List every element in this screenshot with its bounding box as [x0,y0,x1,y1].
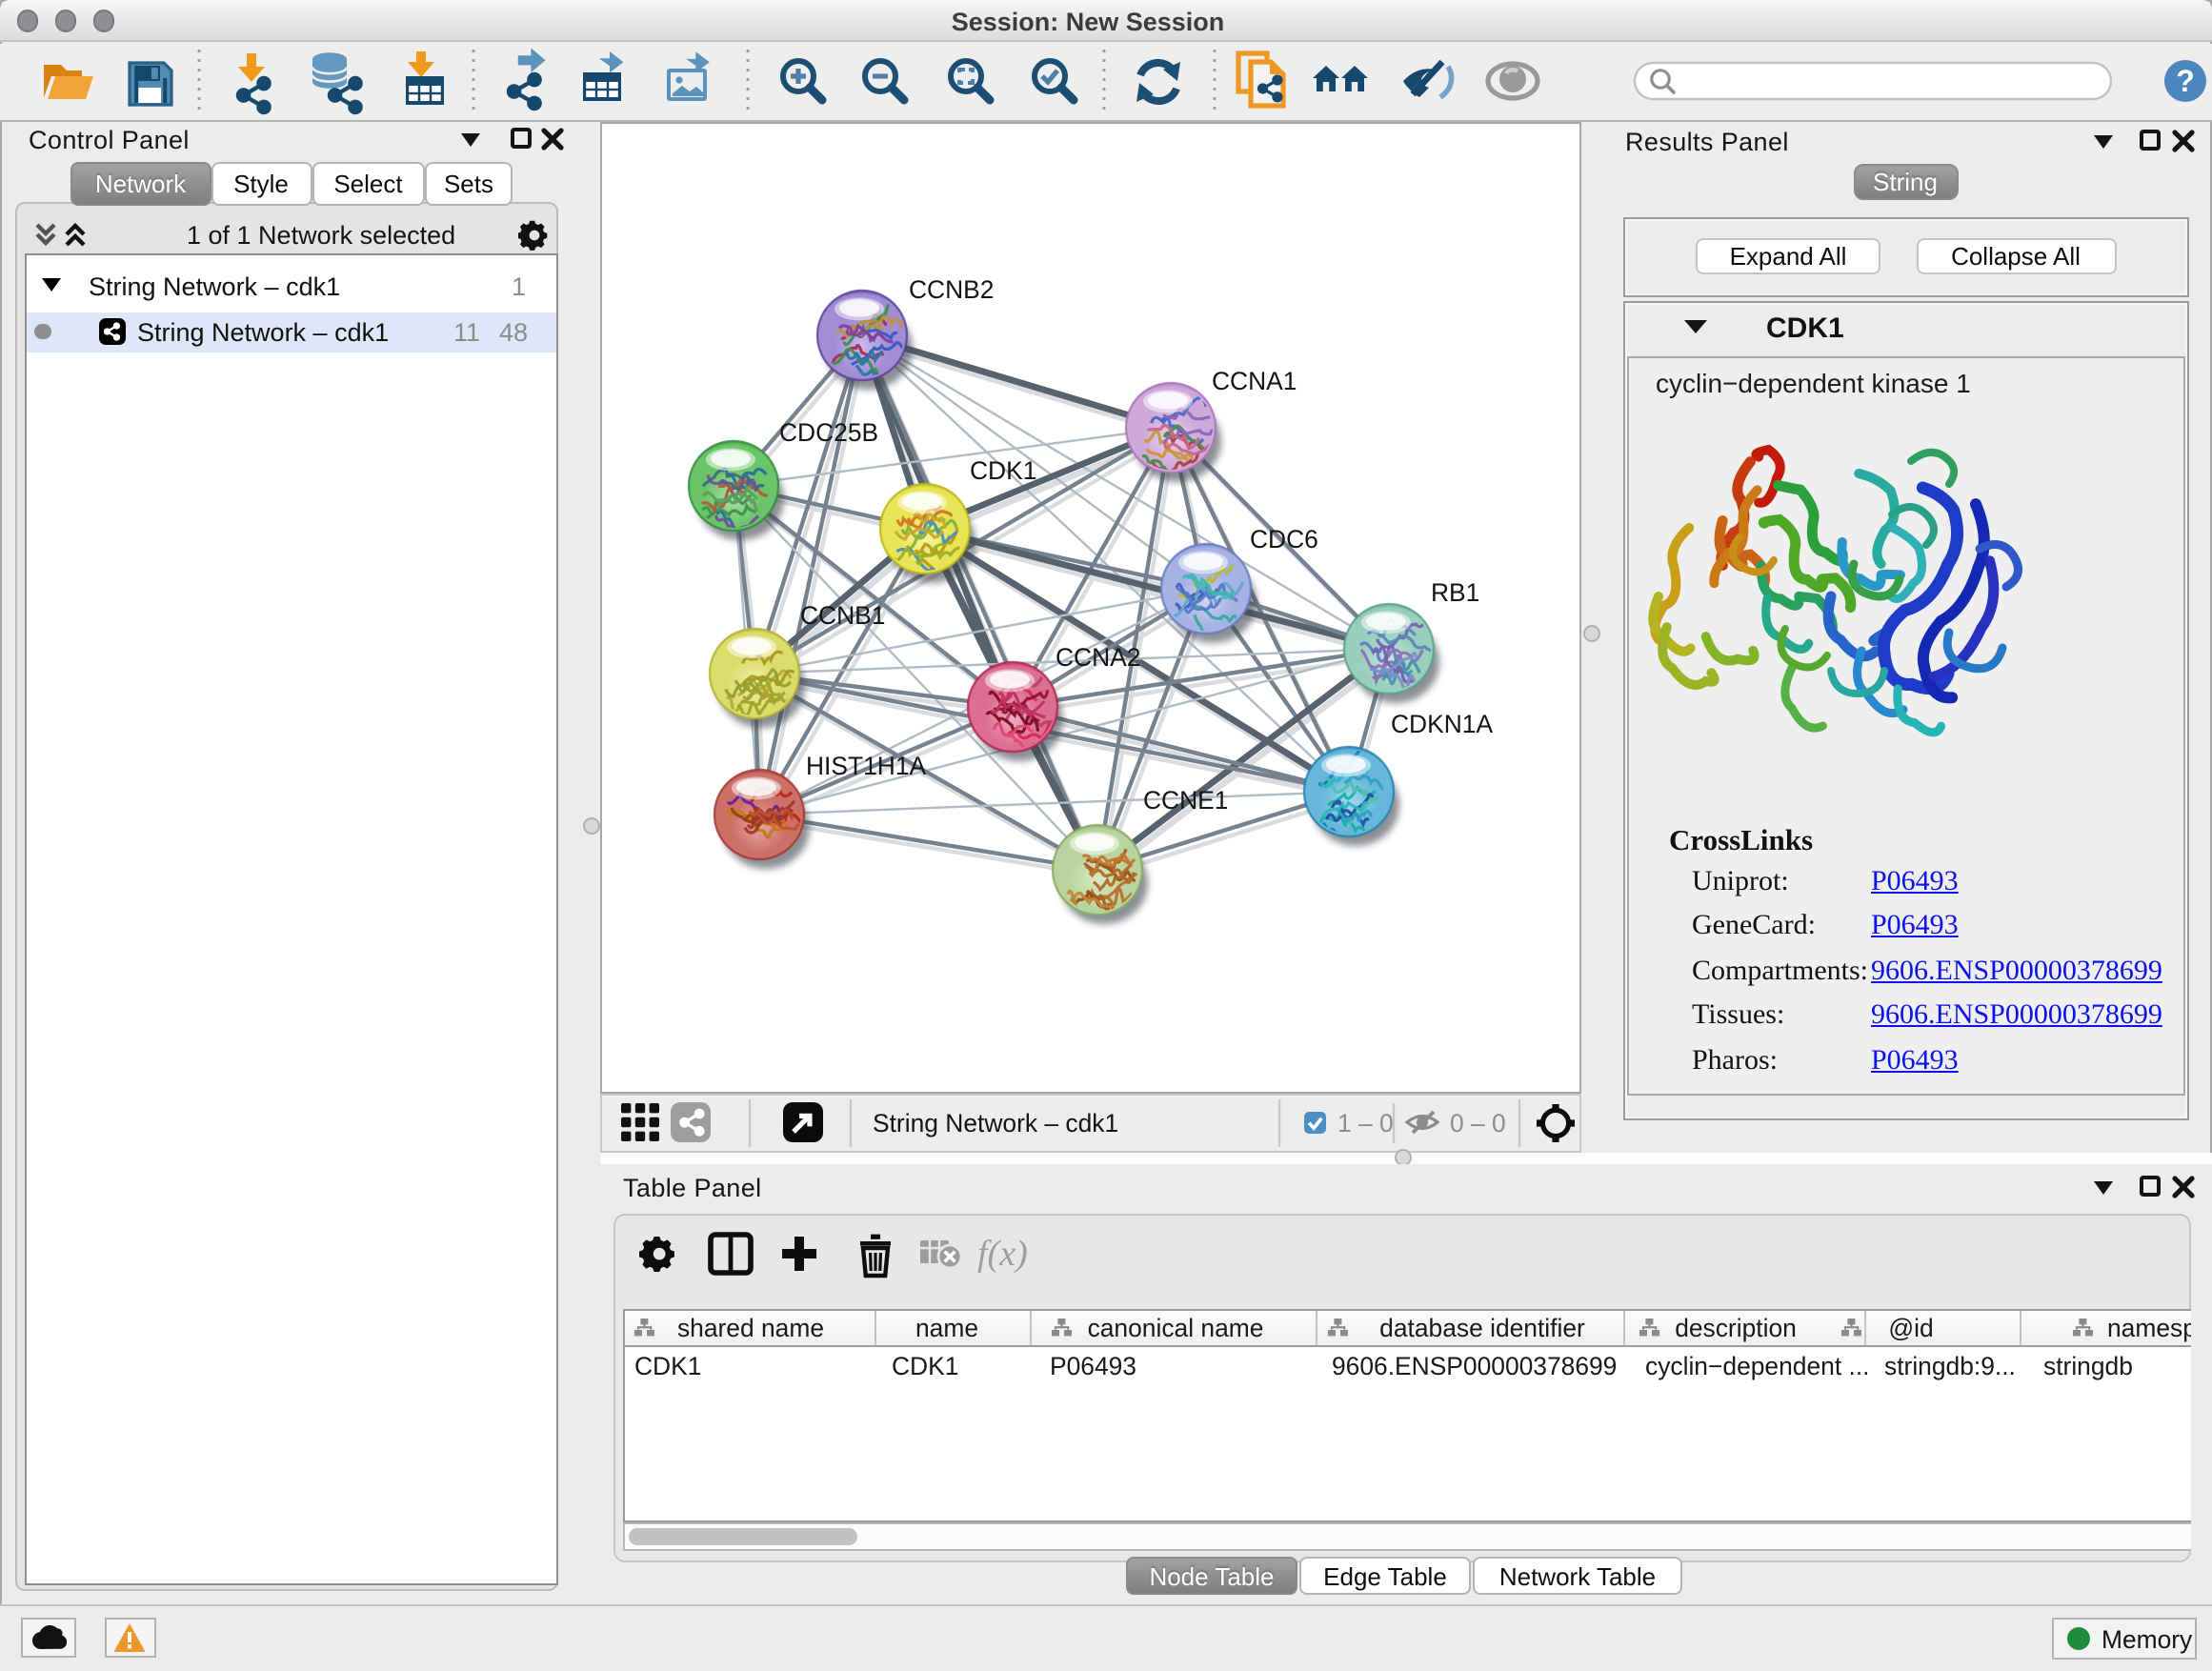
svg-text:1 – 0: 1 – 0 [1337,1108,1394,1137]
svg-text:P06493: P06493 [1050,1351,1136,1379]
svg-text:@id: @id [1888,1313,1933,1341]
svg-text:CDC25B: CDC25B [779,417,878,446]
svg-text:namespac: namespac [2107,1313,2191,1341]
svg-text:9606.ENSP00000378699: 9606.ENSP00000378699 [1332,1351,1617,1379]
svg-text:stringdb: stringdb [2043,1351,2133,1379]
svg-text:shared name: shared name [677,1313,824,1341]
svg-text:?: ? [2176,64,2195,98]
svg-text:description: description [1675,1313,1797,1341]
svg-text:CCNA1: CCNA1 [1212,366,1297,394]
svg-text:RB1: RB1 [1431,577,1479,606]
svg-text:CCNE1: CCNE1 [1143,785,1228,814]
svg-text:0 – 0: 0 – 0 [1450,1108,1506,1137]
svg-text:CCNB2: CCNB2 [909,274,994,303]
svg-text:String Network – cdk1: String Network – cdk1 [873,1108,1118,1137]
svg-text:cyclin−dependent ...: cyclin−dependent ... [1645,1351,1869,1379]
svg-text:CCNB1: CCNB1 [800,600,885,629]
svg-text:stringdb:9...: stringdb:9... [1884,1351,2016,1379]
svg-text:CDK1: CDK1 [634,1351,701,1379]
svg-text:HIST1H1A: HIST1H1A [806,751,927,779]
svg-text:CDK1: CDK1 [892,1351,958,1379]
svg-text:CDC6: CDC6 [1250,524,1318,553]
svg-text:name: name [915,1313,978,1341]
svg-text:CDKN1A: CDKN1A [1391,709,1493,737]
svg-text:canonical name: canonical name [1088,1313,1264,1341]
svg-text:f(x): f(x) [977,1234,1028,1274]
svg-text:CCNA2: CCNA2 [1056,642,1140,671]
svg-text:CDK1: CDK1 [970,455,1036,484]
svg-text:database identifier: database identifier [1379,1313,1585,1341]
